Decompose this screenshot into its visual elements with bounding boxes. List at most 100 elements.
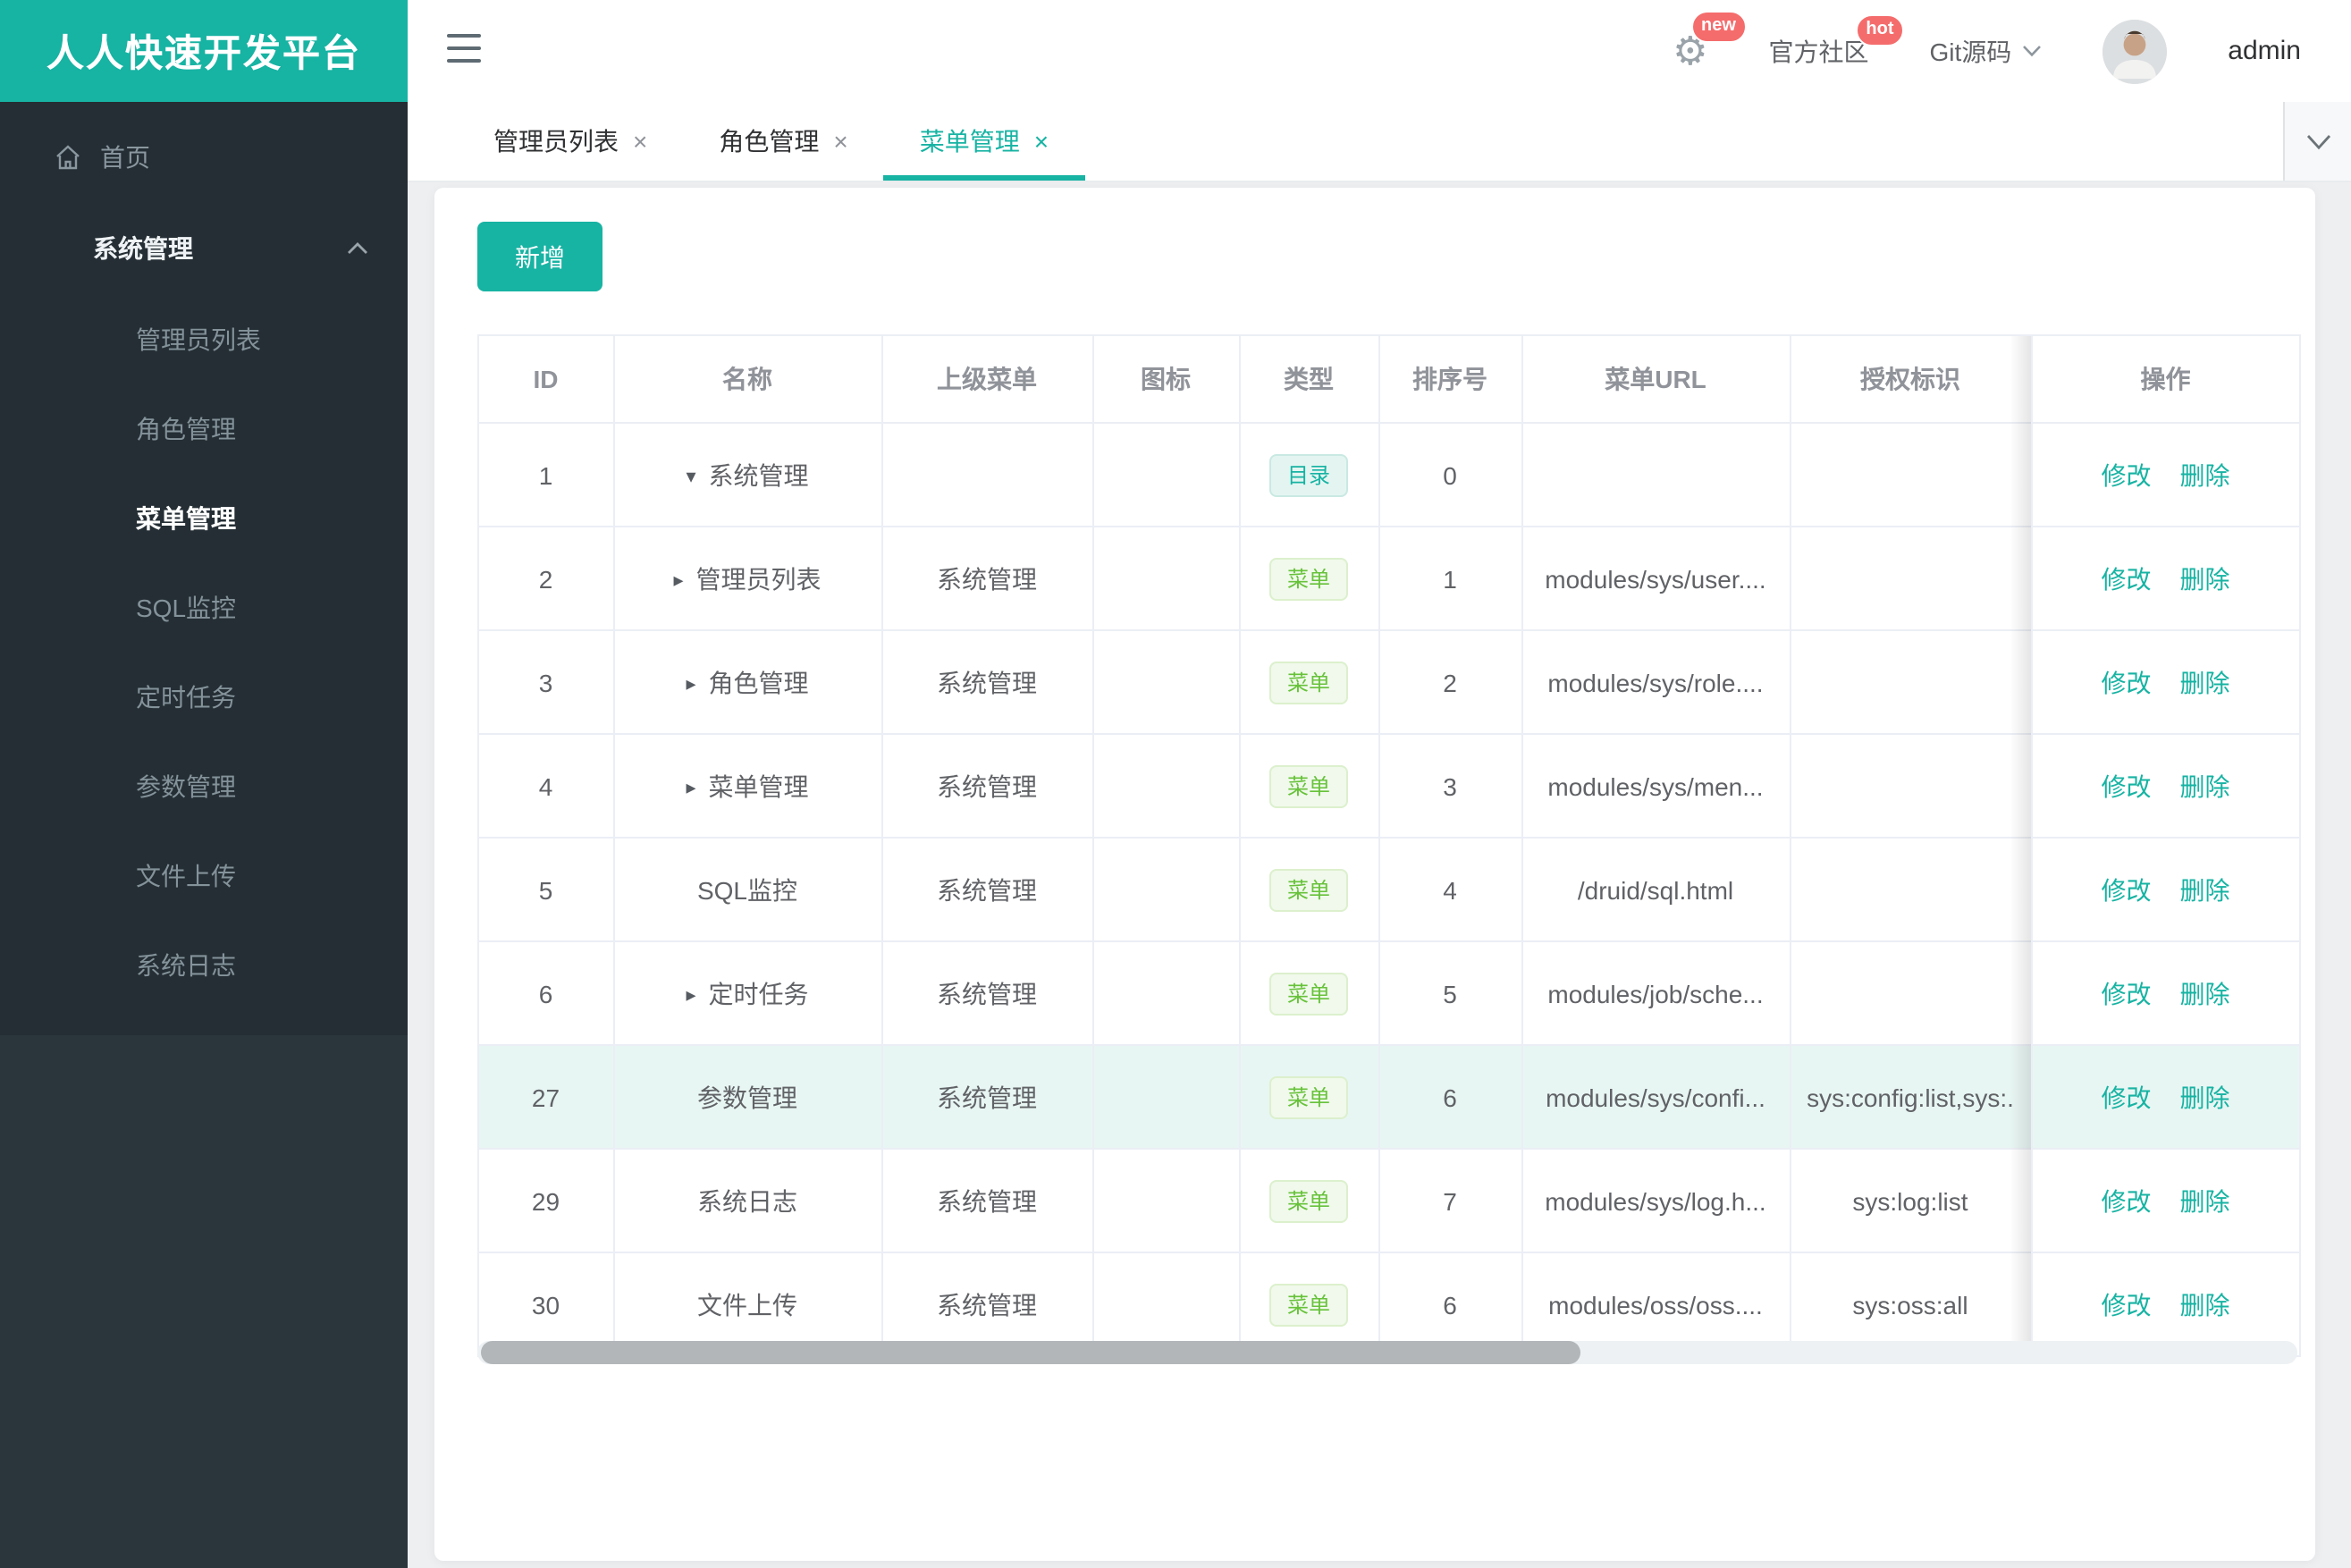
cell-type: 菜单 <box>1239 1149 1379 1253</box>
sidebar-item[interactable]: 文件上传 <box>0 831 408 921</box>
cell-name: ▸ 角色管理 <box>613 630 882 735</box>
horizontal-scrollbar <box>477 1341 2297 1364</box>
hamburger-menu-icon[interactable] <box>447 34 481 63</box>
cell-order: 7 <box>1378 1149 1522 1253</box>
user-avatar[interactable] <box>2102 19 2168 83</box>
cell-id: 1 <box>479 423 614 527</box>
type-badge: 菜单 <box>1268 661 1348 704</box>
new-badge: new <box>1690 10 1747 42</box>
cell-actions: 修改 删除 <box>2031 1252 2299 1355</box>
expand-icon[interactable]: ▸ <box>686 775 695 798</box>
tab-管理员列表[interactable]: 管理员列表 × <box>458 102 683 181</box>
cell-menu-url: modules/oss/oss.... <box>1521 1252 1791 1355</box>
sidebar-item[interactable]: 角色管理 <box>0 384 408 474</box>
column-header: 排序号 <box>1378 336 1522 424</box>
sidebar-item-home[interactable]: 首页 <box>0 113 408 202</box>
menu-name: 角色管理 <box>708 668 809 696</box>
cell-menu-url: modules/job/sche... <box>1521 941 1791 1046</box>
cell-name: SQL监控 <box>613 838 882 942</box>
sidebar-section-system[interactable]: 系统管理 <box>0 202 408 295</box>
edit-link[interactable]: 修改 <box>2102 564 2152 593</box>
add-button[interactable]: 新增 <box>477 222 602 291</box>
type-badge: 菜单 <box>1268 868 1348 911</box>
delete-link[interactable]: 删除 <box>2180 875 2230 904</box>
type-badge: 菜单 <box>1268 764 1348 807</box>
column-header: 图标 <box>1092 336 1240 424</box>
cell-name: 系统日志 <box>613 1149 882 1253</box>
edit-link[interactable]: 修改 <box>2102 1186 2152 1215</box>
close-icon[interactable]: × <box>1034 127 1049 156</box>
scrollbar-thumb[interactable] <box>481 1341 1580 1364</box>
cell-perms: sys:log:list <box>1790 1149 2032 1253</box>
cell-icon <box>1092 423 1240 527</box>
cell-id: 30 <box>479 1252 614 1355</box>
cell-name: ▾ 系统管理 <box>613 423 882 527</box>
delete-link[interactable]: 删除 <box>2180 564 2230 593</box>
delete-link[interactable]: 删除 <box>2180 668 2230 696</box>
expand-icon[interactable]: ▸ <box>686 982 695 1006</box>
cell-parent-menu: 系统管理 <box>881 1149 1093 1253</box>
delete-link[interactable]: 删除 <box>2180 1290 2230 1319</box>
cell-name: 参数管理 <box>613 1045 882 1150</box>
sidebar-item[interactable]: 系统日志 <box>0 921 408 1010</box>
cell-id: 2 <box>479 527 614 631</box>
edit-link[interactable]: 修改 <box>2102 460 2152 489</box>
expand-icon[interactable]: ▸ <box>686 671 695 695</box>
tab-菜单管理[interactable]: 菜单管理 × <box>883 102 1085 181</box>
table-row[interactable]: 30 文件上传 系统管理 菜单 6 modules/oss/oss.... sys:oss:… <box>479 1252 2299 1355</box>
edit-link[interactable]: 修改 <box>2102 1083 2152 1111</box>
cell-name: 文件上传 <box>613 1252 882 1355</box>
sidebar-item[interactable]: 管理员列表 <box>0 295 408 384</box>
table-row[interactable]: 1 ▾ 系统管理 目录 0 修改 删除 <box>479 423 2299 527</box>
cell-order: 4 <box>1378 838 1522 942</box>
git-source-dropdown[interactable]: Git源码 <box>1930 33 2043 69</box>
tab-角色管理[interactable]: 角色管理 × <box>683 102 883 181</box>
cell-type: 菜单 <box>1239 734 1379 839</box>
edit-link[interactable]: 修改 <box>2102 771 2152 800</box>
table-row[interactable]: 4 ▸ 菜单管理 系统管理 菜单 3 modules/sys/men... 修改 删除 <box>479 734 2299 839</box>
table-row[interactable]: 27 参数管理 系统管理 菜单 6 modules/sys/confi... sys:con… <box>479 1045 2299 1150</box>
hot-badge: hot <box>1855 13 1905 46</box>
type-badge: 菜单 <box>1268 1179 1348 1222</box>
tabbar-collapse-button[interactable] <box>2283 102 2351 181</box>
edit-link[interactable]: 修改 <box>2102 668 2152 696</box>
community-link[interactable]: 官方社区 hot <box>1769 13 1905 69</box>
gear-icon[interactable]: ⚙ new <box>1673 10 1747 71</box>
menu-name: 定时任务 <box>708 979 809 1007</box>
table-row[interactable]: 5 SQL监控 系统管理 菜单 4/druid/sql.html 修改 删除 <box>479 838 2299 942</box>
column-header: 操作 <box>2031 336 2299 424</box>
table-row[interactable]: 2 ▸ 管理员列表 系统管理 菜单 1 modules/sys/user.... 修改 删除 <box>479 527 2299 631</box>
expand-icon[interactable]: ▸ <box>673 568 683 591</box>
delete-link[interactable]: 删除 <box>2180 1186 2230 1215</box>
delete-link[interactable]: 删除 <box>2180 979 2230 1007</box>
close-icon[interactable]: × <box>633 127 647 156</box>
edit-link[interactable]: 修改 <box>2102 1290 2152 1319</box>
tab-label: 角色管理 <box>719 127 820 156</box>
sidebar-item[interactable]: SQL监控 <box>0 563 408 653</box>
menu-name: 文件上传 <box>697 1290 797 1319</box>
username-label[interactable]: admin <box>2228 36 2301 66</box>
cell-parent-menu: 系统管理 <box>881 838 1093 942</box>
table-row[interactable]: 6 ▸ 定时任务 系统管理 菜单 5 modules/job/sche... 修改 删除 <box>479 941 2299 1046</box>
cell-perms <box>1790 423 2032 527</box>
cell-menu-url: modules/sys/confi... <box>1521 1045 1791 1150</box>
close-icon[interactable]: × <box>833 127 847 156</box>
column-header: ID <box>479 336 614 424</box>
sidebar-item[interactable]: 菜单管理 <box>0 474 408 563</box>
edit-link[interactable]: 修改 <box>2102 875 2152 904</box>
topbar-right: ⚙ new 官方社区 hot Git源码 admin <box>1673 0 2301 102</box>
collapse-icon[interactable]: ▾ <box>686 464 695 487</box>
table-row[interactable]: 29 系统日志 系统管理 菜单 7 modules/sys/log.h... sys:log… <box>479 1149 2299 1253</box>
sidebar-item-label: 首页 <box>100 143 150 172</box>
delete-link[interactable]: 删除 <box>2180 460 2230 489</box>
delete-link[interactable]: 删除 <box>2180 771 2230 800</box>
table-row[interactable]: 3 ▸ 角色管理 系统管理 菜单 2 modules/sys/role.... 修改 删除 <box>479 630 2299 735</box>
cell-actions: 修改 删除 <box>2031 838 2299 942</box>
delete-link[interactable]: 删除 <box>2180 1083 2230 1111</box>
sidebar-item[interactable]: 参数管理 <box>0 742 408 831</box>
cell-icon <box>1092 734 1240 839</box>
sidebar-item[interactable]: 定时任务 <box>0 653 408 742</box>
cell-order: 5 <box>1378 941 1522 1046</box>
cell-parent-menu <box>881 423 1093 527</box>
edit-link[interactable]: 修改 <box>2102 979 2152 1007</box>
